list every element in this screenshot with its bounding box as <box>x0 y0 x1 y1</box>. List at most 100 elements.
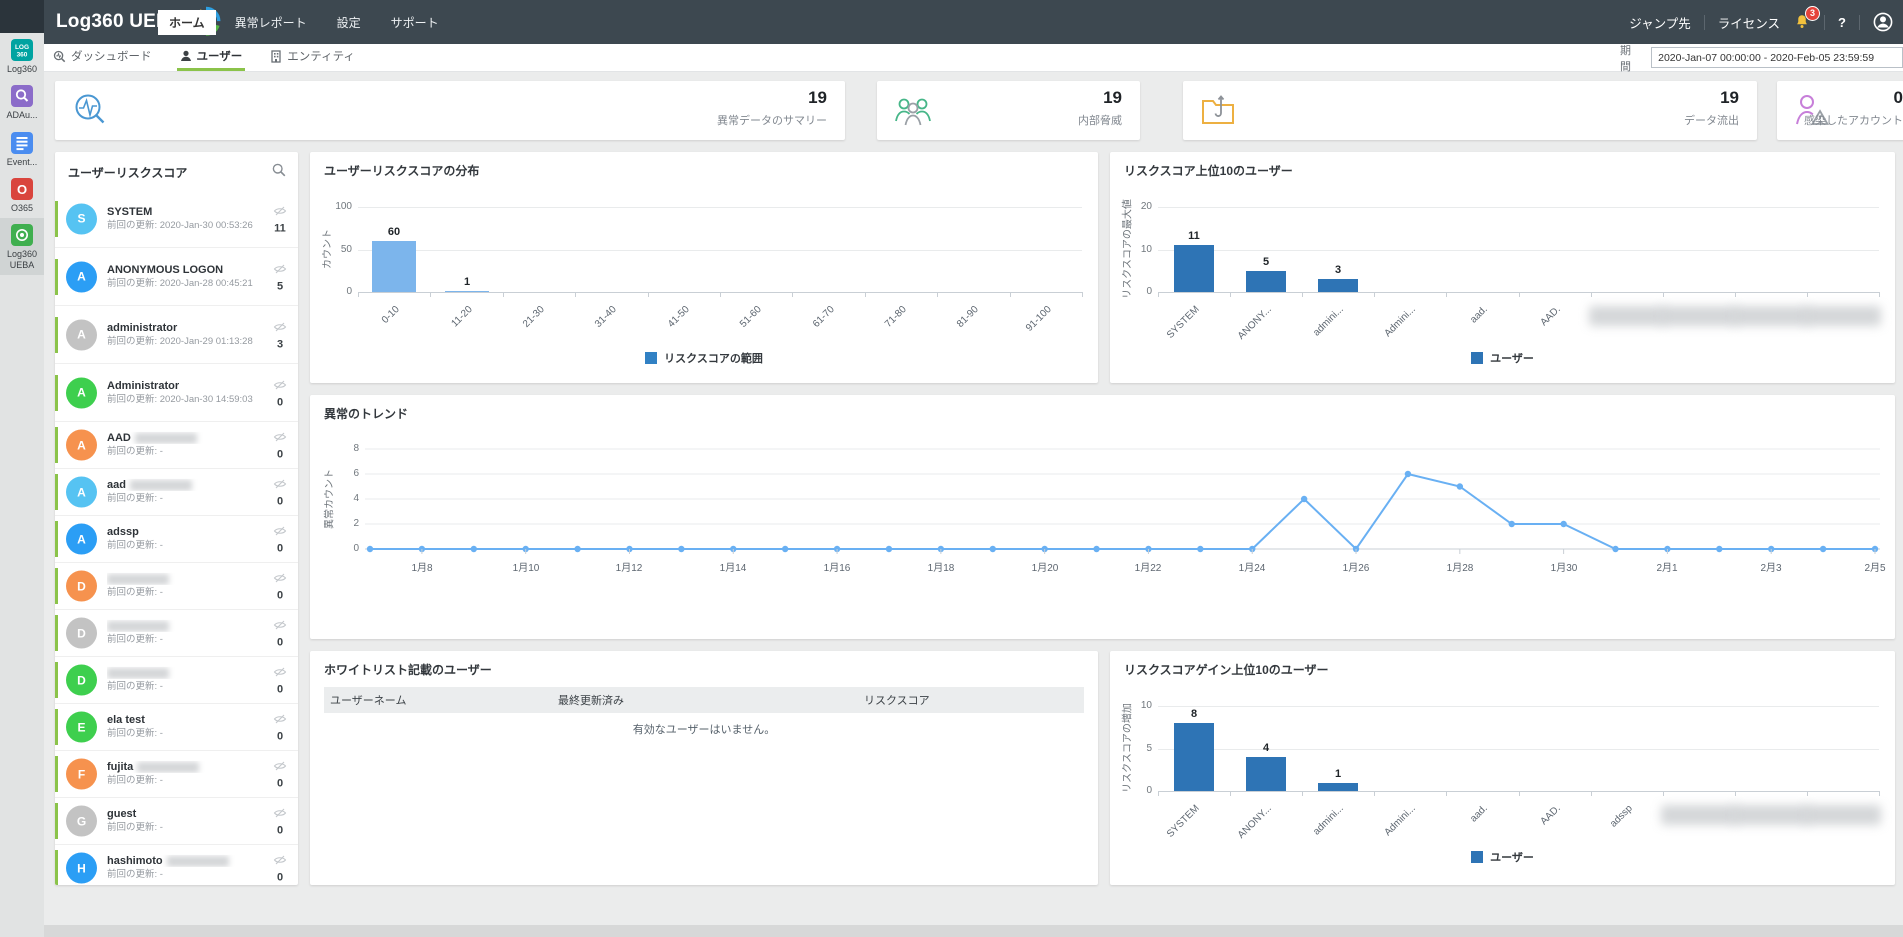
log360-icon: LOG 360 <box>11 39 33 61</box>
sidebar-item-log360-ueba[interactable]: Log360 UEBA <box>0 218 44 275</box>
risk-score: 0 <box>267 571 293 602</box>
x-tick-mark <box>1735 292 1736 297</box>
watch-toggle-icon[interactable] <box>273 855 287 866</box>
blurred-x-label <box>1733 805 1809 825</box>
bar <box>1318 783 1358 792</box>
divider <box>1824 15 1825 30</box>
top-tab-0[interactable]: ホーム <box>158 10 216 35</box>
watch-toggle-icon[interactable] <box>273 205 287 216</box>
chart-legend[interactable]: リスクスコアの範囲 <box>310 350 1098 366</box>
user-row[interactable]: Eela test前回の更新: -0 <box>55 704 298 751</box>
watch-toggle-icon[interactable] <box>273 761 287 772</box>
folder-exfiltration-icon <box>1199 91 1237 129</box>
user-row[interactable]: AAdministrator前回の更新: 2020-Jan-30 14:59:0… <box>55 364 298 422</box>
user-row[interactable]: Aadministrator前回の更新: 2020-Jan-29 01:13:2… <box>55 306 298 364</box>
bar-value-label: 8 <box>1174 708 1214 720</box>
watch-toggle-icon[interactable] <box>273 526 287 537</box>
legend-swatch <box>1471 352 1483 364</box>
risk-score-value: 0 <box>267 684 293 696</box>
gridline <box>1158 706 1879 707</box>
anomaly-search-icon <box>71 91 109 129</box>
top-tab-2[interactable]: 設定 <box>326 10 372 35</box>
bar-value-label: 60 <box>374 226 414 238</box>
adaudit-icon <box>11 85 33 107</box>
blurred-text <box>107 620 169 631</box>
blurred-x-label <box>1589 306 1665 326</box>
watch-toggle-icon[interactable] <box>273 321 287 332</box>
card-anomaly-summary[interactable]: 19 異常データのサマリー <box>55 81 845 140</box>
user-row[interactable]: D前回の更新: -0 <box>55 563 298 610</box>
search-icon[interactable] <box>272 163 286 177</box>
table-header-row: ユーザーネーム最終更新済みリスクスコア <box>324 687 1084 713</box>
card-data-exfiltration[interactable]: 19 データ流出 <box>1183 81 1757 140</box>
user-row[interactable]: SSYSTEM前回の更新: 2020-Jan-30 00:53:2611 <box>55 190 298 248</box>
help-button[interactable]: ? <box>1838 15 1846 30</box>
card-insider-threat[interactable]: 19 内部脅威 <box>877 81 1140 140</box>
blurred-x-label <box>1661 306 1737 326</box>
y-axis-label: リスクスコアの増加 <box>1119 703 1134 793</box>
chart-legend[interactable]: ユーザー <box>1110 849 1895 865</box>
avatar: D <box>66 665 97 696</box>
last-updated: 前回の更新: 2020-Jan-30 14:59:03 <box>107 392 266 405</box>
sidebar-item-o365[interactable]: O O365 <box>0 172 44 218</box>
watch-toggle-icon[interactable] <box>273 667 287 678</box>
chart-plot: 0510841SYSTEMANONY...admini...Admini...a… <box>1158 706 1879 792</box>
risk-score-value: 0 <box>267 825 293 837</box>
user-row[interactable]: D前回の更新: -0 <box>55 610 298 657</box>
x-tick-mark <box>575 292 576 297</box>
user-row[interactable]: AANONYMOUS LOGON前回の更新: 2020-Jan-28 00:45… <box>55 248 298 306</box>
jump-to-link[interactable]: ジャンプ先 <box>1629 13 1691 32</box>
x-tick-mark <box>1663 292 1664 297</box>
license-link[interactable]: ライセンス <box>1718 13 1780 32</box>
risk-score: 0 <box>267 665 293 696</box>
top-tab-3[interactable]: サポート <box>380 10 450 35</box>
user-row[interactable]: AAAD前回の更新: -0 <box>55 422 298 469</box>
user-row[interactable]: Ffujita前回の更新: -0 <box>55 751 298 798</box>
watch-toggle-icon[interactable] <box>273 714 287 725</box>
user-row[interactable]: Hhashimoto前回の更新: -0 <box>55 845 298 885</box>
nav-item-entities[interactable]: エンティティ <box>267 44 358 71</box>
user-row[interactable]: Gguest前回の更新: -0 <box>55 798 298 845</box>
watch-toggle-icon[interactable] <box>273 620 287 631</box>
sidebar-item-log360[interactable]: LOG 360 Log360 <box>0 33 44 79</box>
divider <box>1859 15 1860 30</box>
notifications-button[interactable]: 3 <box>1793 13 1811 31</box>
nav-item-users[interactable]: ユーザー <box>177 44 246 71</box>
user-info: Administrator前回の更新: 2020-Jan-30 14:59:03 <box>107 379 266 405</box>
sidebar-item-eventlog[interactable]: Event... <box>0 126 44 172</box>
data-point <box>1301 496 1307 502</box>
last-updated: 前回の更新: - <box>107 868 266 881</box>
user-info: 前回の更新: - <box>107 573 266 599</box>
watch-toggle-icon[interactable] <box>273 808 287 819</box>
user-row[interactable]: Aadssp前回の更新: -0 <box>55 516 298 563</box>
watch-toggle-icon[interactable] <box>273 379 287 390</box>
top-tab-1[interactable]: 異常レポート <box>224 10 318 35</box>
watch-toggle-icon[interactable] <box>273 263 287 274</box>
user-panel-title: ユーザーリスクスコア <box>68 164 187 181</box>
x-tick-label: 1月16 <box>811 559 863 574</box>
user-avatar-icon[interactable] <box>1873 12 1893 32</box>
anomaly-trend-panel: 異常のトレンド024681月81月101月121月141月161月181月201… <box>310 395 1895 639</box>
chart-legend[interactable]: ユーザー <box>1110 350 1895 366</box>
app-root: Log360 UEBA ホーム異常レポート設定サポート ジャンプ先 ライセンス … <box>0 0 1903 937</box>
avatar: A <box>66 261 97 292</box>
nav-item-label: ダッシュボード <box>71 48 152 64</box>
card-compromised-accounts[interactable]: 0 感染したアカウント <box>1777 81 1903 140</box>
sidebar-item-adaudit[interactable]: ADAu... <box>0 79 44 125</box>
x-tick-mark <box>1807 791 1808 796</box>
card-label: 感染したアカウント <box>1767 112 1903 128</box>
user-row[interactable]: Aaad前回の更新: -0 <box>55 469 298 516</box>
avatar: E <box>66 712 97 743</box>
watch-toggle-icon[interactable] <box>273 432 287 443</box>
trend-line-chart <box>365 445 1880 555</box>
watch-toggle-icon[interactable] <box>273 573 287 584</box>
user-row[interactable]: D前回の更新: -0 <box>55 657 298 704</box>
x-tick-mark <box>1230 791 1231 796</box>
period-input[interactable] <box>1651 47 1903 68</box>
x-tick-mark <box>1519 292 1520 297</box>
avatar: G <box>66 806 97 837</box>
nav-item-dashboard[interactable]: ダッシュボード <box>50 44 155 71</box>
watch-toggle-icon[interactable] <box>273 479 287 490</box>
data-point <box>1197 546 1203 552</box>
chart-title: 異常のトレンド <box>324 405 408 422</box>
